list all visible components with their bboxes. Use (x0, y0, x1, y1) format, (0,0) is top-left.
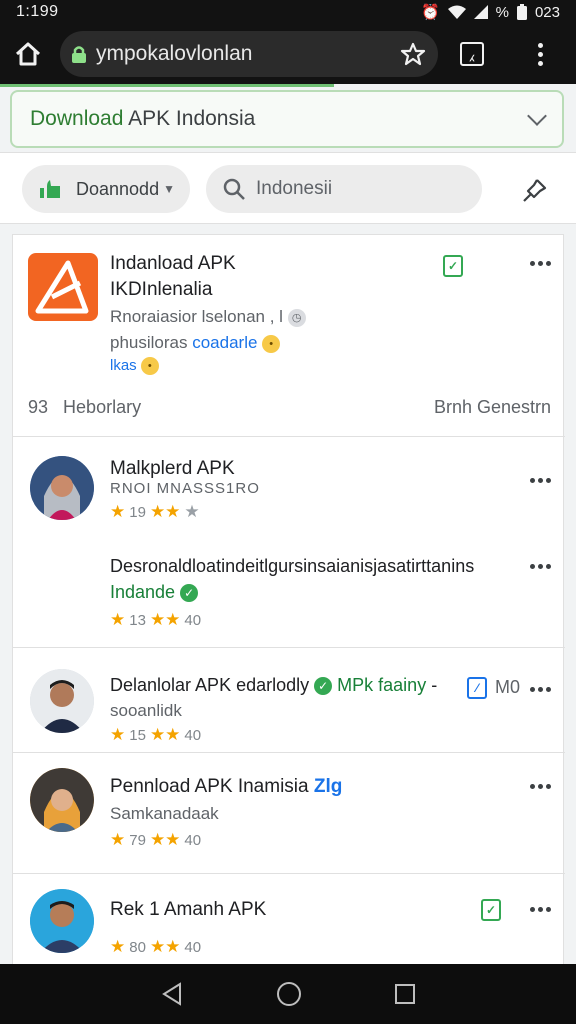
signal-percent: % (495, 3, 509, 21)
app-list-card: Indanload APK IKDInlenalia Rnoraiasior l… (12, 234, 565, 964)
item-subtitle: Samkanadaak (110, 804, 219, 823)
pin-button[interactable] (514, 175, 554, 207)
site-title: Download APK Indonsia (30, 107, 530, 131)
download-filter-label: Doannodd (76, 178, 160, 199)
item-title: Pennload APK Inamisia Zlg (110, 776, 343, 797)
bookmark-star-icon[interactable] (400, 42, 426, 66)
tab-switcher-icon: ⁁ (460, 42, 484, 66)
item-subtitle: RNOI MNASSS1RO (110, 480, 260, 497)
web-page: Download APK Indonsia Doannodd ▼ Indones… (0, 84, 576, 964)
battery-level: 023 (534, 3, 560, 21)
item-title: Rek 1 Amanh APK (110, 899, 267, 920)
more-options-icon[interactable] (530, 564, 551, 569)
item-badge: M0 (495, 677, 521, 697)
item-subtitle: sooanlidk (110, 701, 182, 720)
featured-subtitle: IKDInlenalia (110, 279, 213, 300)
more-options-icon[interactable] (530, 784, 551, 789)
alarm-icon: ⏰ (420, 4, 440, 21)
chevron-down-icon (527, 106, 547, 126)
more-options-icon[interactable] (530, 687, 551, 692)
lock-icon (72, 46, 86, 63)
download-doc-icon[interactable]: ✓ (443, 255, 463, 277)
featured-title: Indanload APK (110, 253, 236, 274)
featured-app-item[interactable]: Indanload APK IKDInlenalia Rnoraiasior l… (13, 235, 565, 437)
filter-bar: Doannodd ▼ Indonesii (0, 152, 576, 224)
avatar (30, 889, 94, 953)
page-load-progress (0, 84, 334, 87)
featured-desc-line2: phusiloras coadarle • (110, 333, 281, 353)
more-options-icon[interactable] (530, 261, 551, 266)
list-item[interactable]: Pennload APK Inamisia Zlg Samkanadaak ★ 7… (13, 754, 565, 874)
overflow-menu-button[interactable] (506, 24, 574, 84)
site-title-rest: APK Indonsia (123, 107, 256, 130)
home-button[interactable] (0, 24, 56, 84)
download-icon (40, 180, 60, 198)
browser-toolbar: ympokalovlonlan ⁁ (0, 24, 576, 84)
wifi-icon (447, 5, 466, 19)
home-icon (15, 42, 41, 66)
download-doc-icon[interactable]: ⁄ (467, 677, 487, 699)
item-title: Malkplerd APK (110, 458, 235, 479)
featured-desc-line3: lkas • (110, 357, 159, 376)
emoji-icon: • (140, 357, 159, 376)
overflow-menu-icon (537, 42, 543, 66)
item-rating: ★ 19 ★★ ★ (110, 502, 200, 521)
item-rating: ★ 13 ★★ 40 (110, 610, 202, 629)
back-icon[interactable] (160, 982, 184, 1006)
app-logo (28, 253, 98, 321)
search-input[interactable]: Indonesii (206, 165, 482, 213)
item-description: Desronaldloatindeitlgursinsaianisjasatir… (110, 556, 475, 576)
search-icon (223, 178, 245, 200)
home-circle-icon[interactable] (276, 981, 302, 1007)
battery-icon (516, 4, 527, 20)
featured-footer-right[interactable]: Brnh Genestrn (434, 397, 551, 418)
avatar (30, 456, 94, 520)
tab-switcher-button[interactable]: ⁁ (438, 24, 506, 84)
avatar (30, 768, 94, 832)
recents-icon[interactable] (394, 983, 416, 1005)
status-icons: ⏰ % 023 (420, 3, 560, 22)
clock-icon: ◷ (287, 308, 306, 327)
signal-icon (473, 5, 488, 19)
url-text[interactable]: ympokalovlonlan (96, 42, 400, 66)
list-item[interactable]: Malkplerd APK RNOI MNASSS1RO ★ 19 ★★ ★ Desr… (13, 438, 565, 648)
search-text: Indonesii (256, 178, 333, 199)
item-title: Delanlolar APK edarlodly ✓ MPk faainy - (110, 675, 438, 696)
list-item[interactable]: Delanlolar APK edarlodly ✓ MPk faainy - … (13, 649, 565, 753)
featured-link[interactable]: coadarle (192, 333, 257, 352)
star-icon: ★ (110, 502, 126, 521)
system-nav-bar (0, 964, 576, 1024)
avatar (30, 669, 94, 733)
more-options-icon[interactable] (530, 907, 551, 912)
download-doc-icon[interactable]: ✓ (481, 899, 501, 921)
status-time: 1:199 (16, 3, 59, 20)
item-badge: Zlg (313, 776, 343, 797)
verified-icon: ✓ (180, 584, 199, 603)
pin-icon (523, 179, 547, 202)
site-title-accent: Download (30, 107, 124, 130)
list-item[interactable]: Rek 1 Amanh APK ★ 80 ★★ 40 ✓ (13, 875, 565, 964)
featured-footer-left: 93 Heborlary (28, 397, 142, 417)
caret-down-icon: ▼ (163, 182, 175, 196)
verified-icon: ✓ (314, 677, 333, 696)
status-bar: 1:199 ⏰ % 023 (0, 0, 576, 24)
item-rating: ★ 80 ★★ 40 (110, 937, 202, 956)
emoji-icon: • (262, 334, 281, 353)
site-header-dropdown[interactable]: Download APK Indonsia (10, 90, 564, 148)
download-filter-chip[interactable]: Doannodd ▼ (22, 165, 190, 213)
item-sub-green: Indande ✓ (110, 582, 199, 603)
item-rating: ★ 15 ★★ 40 (110, 725, 202, 744)
address-bar[interactable]: ympokalovlonlan (60, 31, 438, 77)
item-rating: ★ 79 ★★ 40 (110, 830, 202, 849)
featured-desc-line1: Rnoraiasior lselonan , l ◷ (110, 307, 306, 327)
more-options-icon[interactable] (530, 478, 551, 483)
